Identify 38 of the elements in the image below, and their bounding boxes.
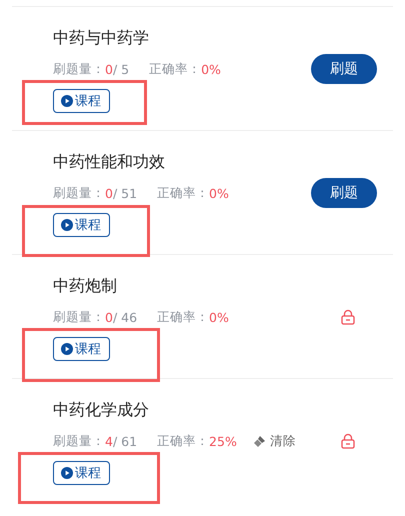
- accuracy-label: 正确率：: [157, 308, 210, 326]
- course-button[interactable]: 课程: [53, 213, 110, 237]
- lock-icon: [340, 309, 356, 325]
- play-icon: [61, 343, 73, 355]
- done-count: 4: [105, 434, 113, 448]
- total-count: / 5: [112, 62, 130, 76]
- total-count: / 46: [112, 310, 138, 324]
- brush-icon: [253, 434, 266, 448]
- chapter-title: 中药与中药学: [53, 27, 150, 49]
- play-icon: [61, 219, 73, 231]
- done-count: 0: [105, 62, 113, 76]
- accuracy-value: 0%: [201, 62, 221, 76]
- accuracy-value: 25%: [209, 434, 237, 448]
- play-icon: [61, 467, 73, 479]
- chapter-title: 中药化学成分: [53, 399, 150, 421]
- play-icon: [61, 95, 73, 107]
- total-count: / 51: [112, 186, 138, 200]
- course-button[interactable]: 课程: [53, 461, 110, 485]
- chapter-title: 中药性能和功效: [53, 151, 166, 173]
- accuracy-value: 0%: [209, 186, 229, 200]
- accuracy-label: 正确率：: [157, 184, 210, 202]
- total-count: / 61: [112, 434, 138, 448]
- done-count: 0: [105, 186, 113, 200]
- course-button[interactable]: 课程: [53, 89, 110, 113]
- practice-button[interactable]: 刷题: [311, 178, 377, 208]
- clear-button[interactable]: 清除: [253, 432, 296, 450]
- chapter-title: 中药炮制: [53, 275, 118, 297]
- count-label: 刷题量：: [53, 60, 105, 78]
- accuracy-value: 0%: [209, 310, 229, 324]
- practice-button[interactable]: 刷题: [311, 54, 377, 84]
- course-button[interactable]: 课程: [53, 337, 110, 361]
- count-label: 刷题量：: [53, 308, 105, 326]
- accuracy-label: 正确率：: [149, 60, 202, 78]
- lock-icon: [340, 433, 356, 449]
- count-label: 刷题量：: [53, 184, 105, 202]
- count-label: 刷题量：: [53, 432, 105, 450]
- accuracy-label: 正确率：: [157, 432, 210, 450]
- done-count: 0: [105, 310, 113, 324]
